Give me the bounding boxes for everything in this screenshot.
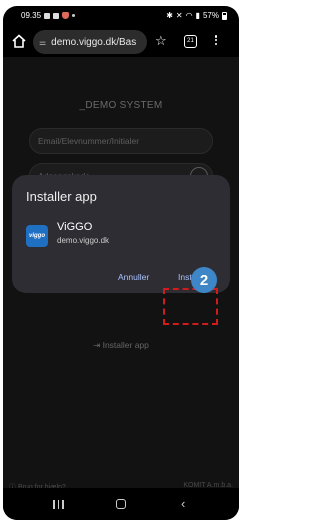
tab-count: 21 xyxy=(187,38,194,44)
url-text: demo.viggo.dk/Bas xyxy=(51,36,137,48)
bluetooth-icon: ✱ xyxy=(166,11,173,20)
back-icon[interactable]: ‹ xyxy=(181,496,185,511)
download-icon: ⇥ xyxy=(93,340,103,350)
phone-screen: 09.35 ✱ ✕ ◠ ▮ 57% ⚌ demo.viggo.dk/Bas ☆ … xyxy=(3,6,239,520)
app-icon-text: viggo xyxy=(29,233,45,239)
status-bar: 09.35 ✱ ✕ ◠ ▮ 57% xyxy=(3,6,239,24)
address-bar[interactable]: ⚌ demo.viggo.dk/Bas xyxy=(33,30,147,54)
app-name: ViGGO xyxy=(57,221,93,233)
dialog-title: Installer app xyxy=(26,189,97,204)
home-button-icon[interactable] xyxy=(116,499,126,509)
image-icon xyxy=(53,12,60,19)
username-input[interactable]: Email/Elevnummer/Initialer xyxy=(29,128,213,154)
shield-icon xyxy=(62,12,70,19)
browser-toolbar: ⚌ demo.viggo.dk/Bas ☆ 21 xyxy=(3,27,239,57)
install-highlight-box xyxy=(163,288,218,325)
android-nav-bar: ‹ xyxy=(3,488,239,520)
username-placeholder: Email/Elevnummer/Initialer xyxy=(38,136,140,146)
clock: 09.35 xyxy=(21,11,42,20)
recent-apps-icon[interactable] xyxy=(53,500,64,509)
home-icon[interactable] xyxy=(11,33,27,49)
cancel-button[interactable]: Annuller xyxy=(118,272,149,282)
site-settings-icon[interactable]: ⚌ xyxy=(39,38,46,47)
viggo-app-icon: viggo xyxy=(26,225,48,247)
mute-icon: ✕ xyxy=(175,11,183,20)
notification-icon xyxy=(44,12,51,19)
battery-icon xyxy=(222,11,227,20)
dot-icon xyxy=(72,14,76,17)
star-icon[interactable]: ☆ xyxy=(155,33,167,49)
step-badge: 2 xyxy=(191,267,217,293)
step-number: 2 xyxy=(199,271,209,289)
page-title: _DEMO SYSTEM xyxy=(79,100,163,111)
tab-switcher-button[interactable]: 21 xyxy=(184,35,197,48)
signal-icon: ▮ xyxy=(195,11,200,20)
battery-level: 57% xyxy=(202,11,219,20)
wifi-icon: ◠ xyxy=(185,11,193,20)
menu-icon[interactable] xyxy=(214,34,218,50)
app-url: demo.viggo.dk xyxy=(57,236,110,245)
installer-link-label: Installer app xyxy=(102,340,149,350)
installer-app-link[interactable]: ⇥ Installer app xyxy=(3,340,239,351)
